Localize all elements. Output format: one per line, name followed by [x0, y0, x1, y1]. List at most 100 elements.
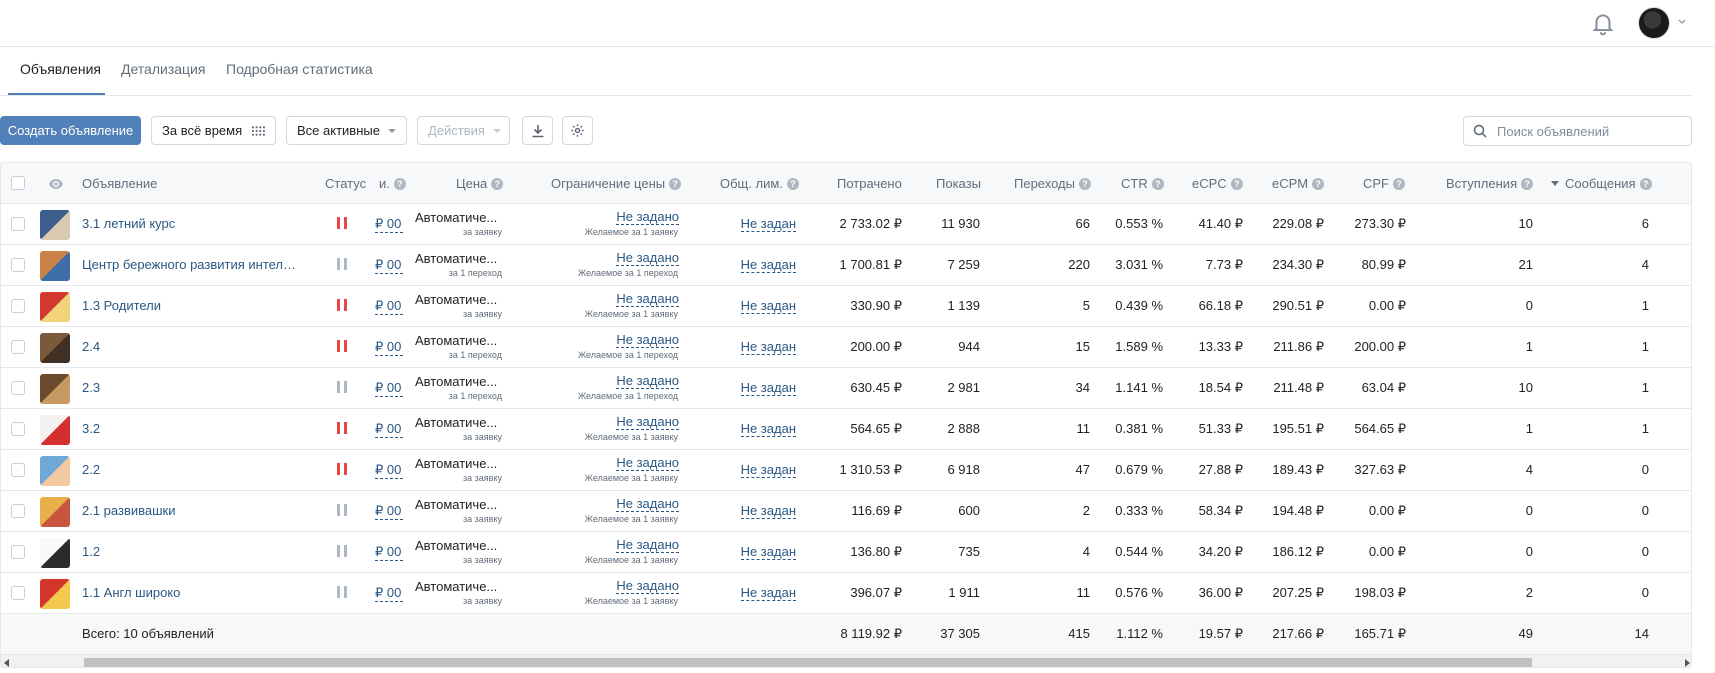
row-checkbox[interactable]	[11, 545, 25, 559]
ad-name-link[interactable]: 2.4	[82, 339, 100, 354]
total-limit-link[interactable]: Не задан	[740, 339, 796, 355]
table-row[interactable]: 3.2 00 ₽ Автоматиче... за заявку Не задано Же…	[1, 409, 1691, 450]
ad-name-link[interactable]: 1.2	[82, 544, 100, 559]
help-icon[interactable]: ?	[1312, 177, 1325, 190]
col-messages[interactable]: Сообщения?	[1551, 176, 1652, 191]
table-row[interactable]: Центр бережного развития интеллекта 00 ₽ А…	[1, 245, 1691, 286]
price-limit-link[interactable]: Не задано	[616, 332, 679, 348]
settings-button[interactable]	[562, 116, 593, 145]
total-limit-link[interactable]: Не задан	[740, 380, 796, 396]
price-limit-link[interactable]: Не задано	[616, 414, 679, 430]
table-row[interactable]: 2.3 00 ₽ Автоматиче... за 1 переход Не задан…	[1, 368, 1691, 409]
total-limit-link[interactable]: Не задан	[740, 503, 796, 519]
budget-link[interactable]: 00 ₽	[375, 339, 403, 356]
col-cpf[interactable]: CPF?	[1363, 176, 1405, 191]
col-ctr[interactable]: CTR?	[1121, 176, 1164, 191]
table-row[interactable]: 3.1 летний курс 00 ₽ Автоматиче... за заявк…	[1, 204, 1691, 245]
row-checkbox[interactable]	[11, 258, 25, 272]
budget-link[interactable]: 00 ₽	[375, 216, 403, 233]
create-ad-button[interactable]: Создать объявление	[0, 116, 141, 145]
col-price[interactable]: Цена?	[456, 176, 504, 191]
ad-name-link[interactable]: 2.3	[82, 380, 100, 395]
select-all-checkbox[interactable]	[11, 176, 25, 190]
row-checkbox[interactable]	[11, 340, 25, 354]
col-joins[interactable]: Вступления?	[1446, 176, 1534, 191]
scroll-left-icon[interactable]	[4, 659, 9, 667]
help-icon[interactable]: ?	[1393, 177, 1405, 190]
total-limit-link[interactable]: Не задан	[740, 544, 796, 560]
ad-name-link[interactable]: 2.1 развивашки	[82, 503, 176, 518]
help-icon[interactable]: ?	[1078, 177, 1091, 190]
table-row[interactable]: 1.1 Англ широко 00 ₽ Автоматиче... за заявк…	[1, 573, 1691, 614]
ad-name-link[interactable]: 2.2	[82, 462, 100, 477]
tab-details[interactable]: Детализация	[121, 61, 205, 77]
budget-link[interactable]: 00 ₽	[375, 544, 403, 561]
help-icon[interactable]: ?	[1151, 177, 1164, 190]
total-limit-link[interactable]: Не задан	[740, 257, 796, 273]
col-total-limit[interactable]: Общ. лим.?	[720, 176, 799, 191]
pause-icon[interactable]	[337, 545, 347, 558]
total-limit-link[interactable]: Не задан	[740, 462, 796, 478]
col-status[interactable]: Статус	[325, 176, 366, 191]
table-row[interactable]: 1.3 Родители 00 ₽ Автоматиче... за заявку Не…	[1, 286, 1691, 327]
budget-link[interactable]: 00 ₽	[375, 503, 403, 520]
download-button[interactable]	[522, 116, 553, 145]
search-box[interactable]	[1463, 116, 1692, 146]
total-limit-link[interactable]: Не задан	[740, 298, 796, 314]
ad-name-link[interactable]: Центр бережного развития интеллекта	[82, 257, 300, 272]
price-limit-link[interactable]: Не задано	[616, 537, 679, 553]
bell-icon[interactable]	[1590, 10, 1616, 36]
pause-icon[interactable]	[337, 586, 347, 599]
status-filter-select[interactable]: Все активные	[286, 116, 407, 145]
price-limit-link[interactable]: Не задано	[616, 578, 679, 594]
budget-link[interactable]: 00 ₽	[375, 380, 403, 397]
horizontal-scrollbar[interactable]	[1, 654, 1691, 667]
col-clicks[interactable]: Переходы?	[1014, 176, 1091, 191]
total-limit-link[interactable]: Не задан	[740, 421, 796, 437]
price-limit-link[interactable]: Не задано	[616, 250, 679, 266]
pause-icon[interactable]	[337, 381, 347, 394]
total-limit-link[interactable]: Не задан	[740, 216, 796, 232]
eye-icon[interactable]	[48, 178, 64, 190]
table-row[interactable]: 1.2 00 ₽ Автоматиче... за заявку Не задано Же…	[1, 532, 1691, 573]
ad-name-link[interactable]: 1.3 Родители	[82, 298, 161, 313]
table-row[interactable]: 2.1 развивашки 00 ₽ Автоматиче... за заявку…	[1, 491, 1691, 532]
period-select[interactable]: За всё время	[151, 116, 276, 145]
pause-icon[interactable]	[337, 463, 347, 476]
col-ecpm[interactable]: eCPM?	[1272, 176, 1325, 191]
col-ad[interactable]: Объявление	[82, 176, 157, 191]
row-checkbox[interactable]	[11, 504, 25, 518]
price-limit-link[interactable]: Не задано	[616, 209, 679, 225]
avatar[interactable]	[1638, 7, 1670, 39]
price-limit-link[interactable]: Не задано	[616, 496, 679, 512]
row-checkbox[interactable]	[11, 217, 25, 231]
tab-ads[interactable]: Объявления	[20, 61, 101, 77]
ad-name-link[interactable]: 3.2	[82, 421, 100, 436]
budget-link[interactable]: 00 ₽	[375, 421, 403, 438]
price-limit-link[interactable]: Не задано	[616, 373, 679, 389]
total-limit-link[interactable]: Не задан	[740, 585, 796, 601]
row-checkbox[interactable]	[11, 381, 25, 395]
ad-name-link[interactable]: 1.1 Англ широко	[82, 585, 180, 600]
search-input[interactable]	[1497, 123, 1687, 139]
actions-select[interactable]: Действия	[417, 116, 510, 145]
scroll-right-icon[interactable]	[1685, 659, 1690, 667]
col-budget[interactable]: и.?	[379, 176, 406, 191]
help-icon[interactable]: ?	[1230, 177, 1243, 190]
table-row[interactable]: 2.2 00 ₽ Автоматиче... за заявку Не задано Же…	[1, 450, 1691, 491]
tab-detailed-stats[interactable]: Подробная статистика	[226, 61, 373, 77]
row-checkbox[interactable]	[11, 463, 25, 477]
pause-icon[interactable]	[337, 258, 347, 271]
help-icon[interactable]: ?	[491, 177, 504, 190]
help-icon[interactable]: ?	[1639, 177, 1652, 190]
budget-link[interactable]: 00 ₽	[375, 462, 403, 479]
pause-icon[interactable]	[337, 299, 347, 312]
price-limit-link[interactable]: Не задано	[616, 455, 679, 471]
col-price-limit[interactable]: Ограничение цены?	[551, 176, 682, 191]
pause-icon[interactable]	[337, 504, 347, 517]
help-icon[interactable]: ?	[1521, 177, 1534, 190]
row-checkbox[interactable]	[11, 422, 25, 436]
row-checkbox[interactable]	[11, 586, 25, 600]
chevron-down-icon[interactable]	[1676, 14, 1688, 28]
col-impressions[interactable]: Показы	[936, 176, 981, 191]
